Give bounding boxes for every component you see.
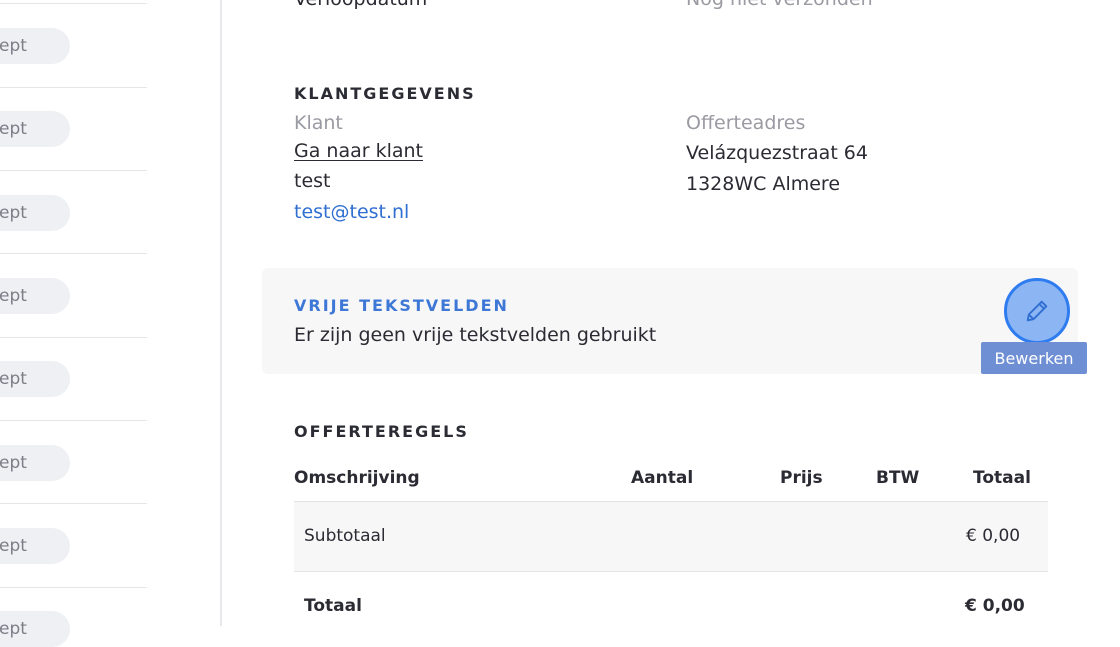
row-divider bbox=[0, 337, 147, 338]
expiry-date-value: Nog niet verzonden bbox=[686, 0, 873, 10]
quote-lines-section-title: OFFERTEREGELS bbox=[294, 422, 469, 441]
address-line-1: Velázquezstraat 64 bbox=[686, 142, 868, 164]
status-pill[interactable]: ept bbox=[0, 445, 70, 481]
free-text-fields-title: VRIJE TEKSTVELDEN bbox=[294, 296, 509, 315]
row-divider bbox=[0, 420, 147, 421]
status-pill[interactable]: ept bbox=[0, 195, 70, 231]
status-pill[interactable]: ept bbox=[0, 111, 70, 147]
subtotal-label: Subtotaal bbox=[304, 526, 386, 546]
goto-client-link[interactable]: Ga naar klant bbox=[294, 140, 423, 162]
client-label: Klant bbox=[294, 112, 343, 134]
column-header-description: Omschrijving bbox=[294, 468, 420, 488]
total-value: € 0,00 bbox=[965, 596, 1025, 616]
pencil-icon bbox=[1026, 300, 1048, 322]
row-divider bbox=[0, 253, 147, 254]
column-header-quantity: Aantal bbox=[631, 468, 694, 488]
column-header-total: Totaal bbox=[973, 468, 1031, 488]
left-list-panel: ept ept ept ept ept ept ept ept bbox=[0, 0, 222, 647]
client-email-link[interactable]: test@test.nl bbox=[294, 201, 409, 223]
edit-button[interactable] bbox=[1004, 278, 1070, 344]
column-header-vat: BTW bbox=[876, 468, 920, 488]
row-divider bbox=[0, 3, 147, 4]
free-text-fields-empty-message: Er zijn geen vrije tekstvelden gebruikt bbox=[294, 324, 657, 346]
row-divider bbox=[0, 170, 147, 171]
status-pill[interactable]: ept bbox=[0, 611, 70, 647]
row-divider bbox=[0, 503, 147, 504]
row-divider bbox=[0, 87, 147, 88]
customer-section-title: KLANTGEGEVENS bbox=[294, 84, 476, 103]
status-pill[interactable]: ept bbox=[0, 361, 70, 397]
free-text-fields-card bbox=[262, 268, 1078, 374]
client-name: test bbox=[294, 170, 331, 192]
subtotal-value: € 0,00 bbox=[966, 526, 1021, 546]
row-divider bbox=[0, 587, 147, 588]
table-divider bbox=[294, 571, 1048, 572]
quote-address-label: Offerteadres bbox=[686, 112, 806, 134]
status-pill[interactable]: ept bbox=[0, 28, 70, 64]
status-pill[interactable]: ept bbox=[0, 528, 70, 564]
subtotal-row bbox=[294, 502, 1048, 571]
address-line-2: 1328WC Almere bbox=[686, 173, 841, 195]
column-header-price: Prijs bbox=[780, 468, 823, 488]
expiry-date-label: Verloopdatum bbox=[294, 0, 427, 10]
status-pill[interactable]: ept bbox=[0, 278, 70, 314]
edit-tooltip: Bewerken bbox=[981, 342, 1087, 374]
total-label: Totaal bbox=[304, 596, 362, 616]
